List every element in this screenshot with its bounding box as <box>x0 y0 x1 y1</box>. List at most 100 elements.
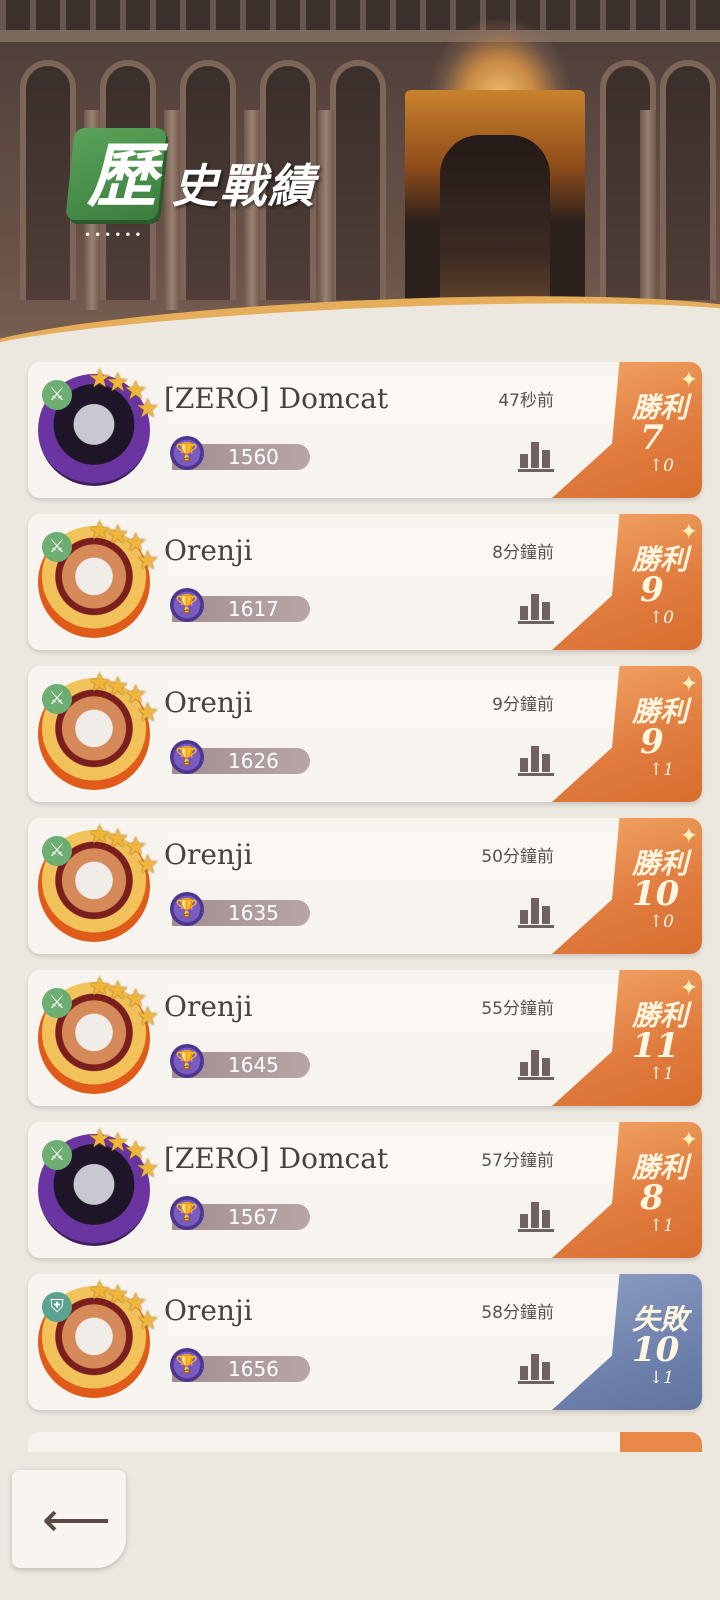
match-card[interactable]: ★ ★ ★ ★ ⚔ [ZERO] Domcat 47秒前 🏆 1560 ✦ 勝利 7 ↑0 <box>28 362 702 498</box>
match-card[interactable]: ★ ★ ★ ★ ⚔ [ZERO] Domcat 57分鐘前 🏆 1567 ✦ 勝利 8 ↑1 <box>28 1122 702 1258</box>
player-name: Orenji <box>164 1294 253 1327</box>
match-card[interactable]: ★ ★ ★ ★ ⛨ Orenji 58分鐘前 🏆 1656 失敗 10 ↓1 <box>28 1274 702 1410</box>
bar-chart-bar <box>518 621 554 624</box>
bar-chart-bar <box>518 1077 554 1080</box>
score-change: ↑1 <box>648 1216 674 1236</box>
page-title: 史戰績 <box>172 159 316 213</box>
rank-points: 1635 <box>228 901 279 925</box>
bar-chart-icon[interactable] <box>518 742 554 776</box>
rank-star-icon: ★ <box>136 698 160 728</box>
trophy-icon: 🏆 <box>170 1196 204 1230</box>
bar-chart-icon[interactable] <box>518 590 554 624</box>
bar-chart-bar <box>520 1366 528 1380</box>
arena-header: 歷 史戰績 •••••• <box>0 0 720 360</box>
arena-column <box>318 110 334 310</box>
sunburst-ornament <box>430 20 570 100</box>
bar-chart-bar <box>531 594 539 620</box>
rank-points: 1567 <box>228 1205 279 1229</box>
result-score: 10 <box>632 874 680 914</box>
arena-gate-doorway <box>440 135 550 305</box>
player-name: Orenji <box>164 838 253 871</box>
bar-chart-bar <box>518 925 554 928</box>
title-badge-char: 歷 <box>87 134 157 217</box>
bar-chart-bar <box>542 1362 550 1380</box>
player-name: Orenji <box>164 534 253 567</box>
result-score: 8 <box>640 1178 664 1218</box>
bar-chart-icon[interactable] <box>518 438 554 472</box>
rank-star-icon: ★ <box>136 1002 160 1032</box>
result-score: 10 <box>632 1330 680 1370</box>
bar-chart-bar <box>518 773 554 776</box>
sword-icon: ⚔ <box>42 684 72 714</box>
bar-chart-bar <box>518 469 554 472</box>
match-time: 55分鐘前 <box>481 999 554 1019</box>
rank-points: 1560 <box>228 445 279 469</box>
result-score: 9 <box>640 570 664 610</box>
bar-chart-icon[interactable] <box>518 1350 554 1384</box>
sword-icon: ⚔ <box>42 532 72 562</box>
bar-chart-icon[interactable] <box>518 1198 554 1232</box>
bar-chart-bar <box>531 1354 539 1380</box>
shield-icon: ⛨ <box>42 1292 72 1322</box>
trophy-icon: 🏆 <box>170 588 204 622</box>
match-time: 8分鐘前 <box>492 543 554 563</box>
rank-star-icon: ★ <box>88 820 112 850</box>
match-card[interactable]: ★ ★ ★ ★ ⚔ Orenji 55分鐘前 🏆 1645 ✦ 勝利 11 ↑1 <box>28 970 702 1106</box>
trophy-icon: 🏆 <box>170 1044 204 1078</box>
result-score: 9 <box>640 722 664 762</box>
score-change: ↑1 <box>648 1064 674 1084</box>
bar-chart-bar <box>520 1214 528 1228</box>
back-button[interactable]: ⟵ <box>12 1470 126 1568</box>
sword-icon: ⚔ <box>42 1140 72 1170</box>
rank-star-icon: ★ <box>136 850 160 880</box>
rank-star-icon: ★ <box>88 1276 112 1306</box>
bar-chart-bar <box>542 602 550 620</box>
rank-star-icon: ★ <box>136 1154 160 1184</box>
bar-chart-icon[interactable] <box>518 894 554 928</box>
result-score: 7 <box>640 418 664 458</box>
bar-chart-bar <box>520 454 528 468</box>
match-time: 9分鐘前 <box>492 695 554 715</box>
match-card[interactable]: ★ ★ ★ ★ ⚔ Orenji 9分鐘前 🏆 1626 ✦ 勝利 9 ↑1 <box>28 666 702 802</box>
score-change: ↑0 <box>648 456 674 476</box>
match-time: 57分鐘前 <box>481 1151 554 1171</box>
bar-chart-bar <box>542 1058 550 1076</box>
bar-chart-bar <box>531 442 539 468</box>
match-card[interactable]: ★ ★ ★ ★ ⚔ Orenji 8分鐘前 🏆 1617 ✦ 勝利 9 ↑0 <box>28 514 702 650</box>
bar-chart-bar <box>531 898 539 924</box>
match-time: 50分鐘前 <box>481 847 554 867</box>
player-name: Orenji <box>164 686 253 719</box>
bar-chart-bar <box>531 746 539 772</box>
bar-chart-bar <box>542 450 550 468</box>
bar-chart-bar <box>542 1210 550 1228</box>
score-change: ↑1 <box>648 760 674 780</box>
sword-icon: ⚔ <box>42 836 72 866</box>
rank-star-icon: ★ <box>88 668 112 698</box>
rank-star-icon: ★ <box>136 1306 160 1336</box>
score-change: ↑0 <box>648 912 674 932</box>
bar-chart-bar <box>520 910 528 924</box>
score-change: ↓1 <box>648 1368 674 1388</box>
bar-chart-bar <box>542 906 550 924</box>
bar-chart-bar <box>531 1050 539 1076</box>
arena-arch <box>660 60 716 300</box>
title-dots: •••••• <box>84 228 145 242</box>
player-name: Orenji <box>164 990 253 1023</box>
match-time: 58分鐘前 <box>481 1303 554 1323</box>
rank-points: 1626 <box>228 749 279 773</box>
trophy-icon: 🏆 <box>170 892 204 926</box>
trophy-icon: 🏆 <box>170 436 204 470</box>
rank-points: 1617 <box>228 597 279 621</box>
bar-chart-bar <box>520 606 528 620</box>
match-card[interactable]: ★ ★ ★ ★ ⚔ Orenji 50分鐘前 🏆 1635 ✦ 勝利 10 ↑0 <box>28 818 702 954</box>
bar-chart-bar <box>518 1229 554 1232</box>
bar-chart-icon[interactable] <box>518 1046 554 1080</box>
rank-star-icon: ★ <box>88 972 112 1002</box>
bar-chart-bar <box>520 1062 528 1076</box>
player-name: [ZERO] Domcat <box>164 1142 389 1175</box>
player-name: [ZERO] Domcat <box>164 382 389 415</box>
bar-chart-bar <box>520 758 528 772</box>
balcony-railing <box>0 0 720 30</box>
rank-star-icon: ★ <box>136 394 160 424</box>
score-change: ↑0 <box>648 608 674 628</box>
